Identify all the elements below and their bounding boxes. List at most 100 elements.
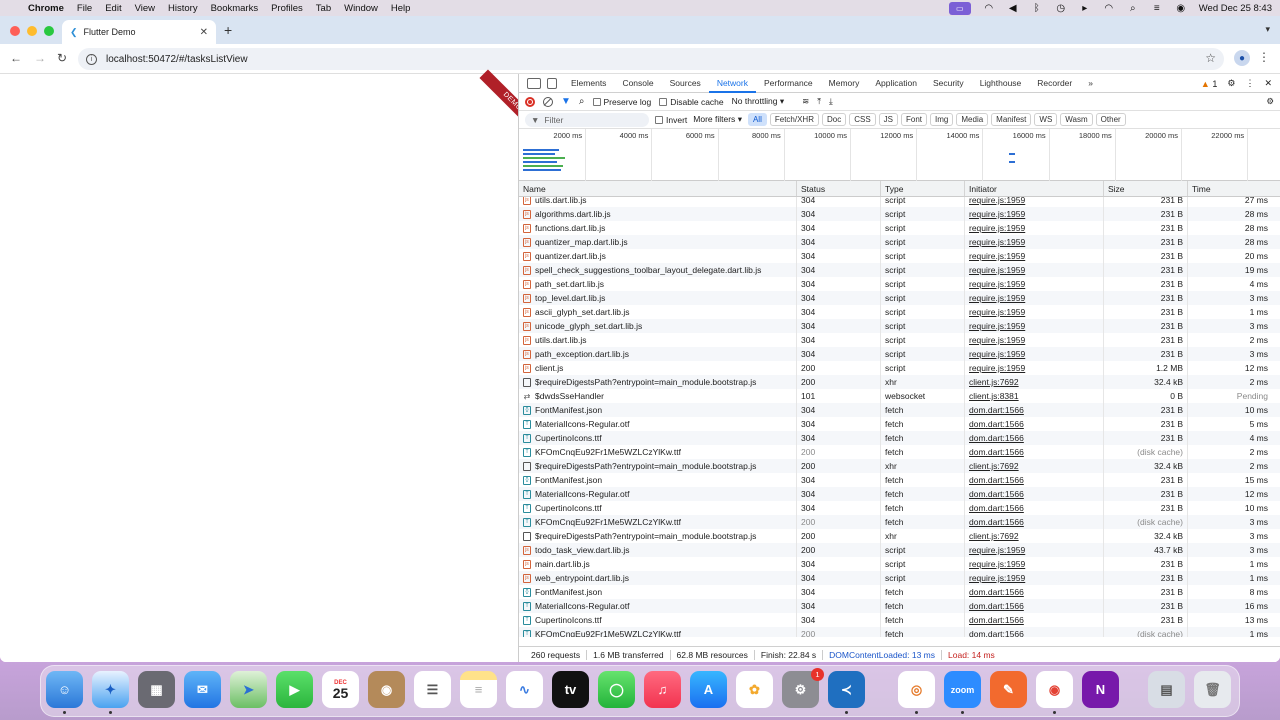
chrome-dock-icon[interactable]: ◉: [1036, 671, 1073, 708]
cell-initiator[interactable]: require.js:1959: [965, 291, 1104, 305]
initiator-text[interactable]: dom.dart:1566: [969, 517, 1024, 527]
table-row[interactable]: js path_set.dart.lib.js 304 script require.j…: [519, 277, 1280, 291]
zoom-window-button[interactable]: [44, 26, 54, 36]
initiator-text[interactable]: require.js:1959: [969, 279, 1025, 289]
settings-gear-icon[interactable]: ⚙: [1227, 78, 1235, 89]
apple-tv-icon[interactable]: tv: [552, 671, 589, 708]
messages-icon[interactable]: ◯: [598, 671, 635, 708]
table-row[interactable]: ⇄ $dwdsSseHandler 101 websocket client.js:83…: [519, 389, 1280, 403]
table-row[interactable]: T KFOmCnqEu92Fr1Me5WZLCzYlKw.ttf 200 fetch d…: [519, 515, 1280, 529]
table-row[interactable]: js unicode_glyph_set.dart.lib.js 304 script…: [519, 319, 1280, 333]
initiator-text[interactable]: require.js:1959: [969, 197, 1025, 205]
initiator-text[interactable]: require.js:1959: [969, 559, 1025, 569]
filter-input[interactable]: ▼ Filter: [525, 112, 649, 127]
cell-initiator[interactable]: dom.dart:1566: [965, 473, 1104, 487]
play-icon[interactable]: ▸: [1079, 3, 1091, 14]
menu-help[interactable]: Help: [391, 3, 411, 14]
maps-icon[interactable]: ➤: [230, 671, 267, 708]
table-row[interactable]: $requireDigestsPath?entrypoint=main_modu…: [519, 529, 1280, 543]
cell-initiator[interactable]: client.js:7692: [965, 459, 1104, 473]
menubar-clock[interactable]: Wed Dec 25 8:43: [1199, 3, 1272, 14]
cell-initiator[interactable]: require.js:1959: [965, 263, 1104, 277]
headphones-icon[interactable]: ◠: [983, 3, 995, 14]
column-type[interactable]: Type: [881, 181, 965, 196]
menu-profiles[interactable]: Profiles: [271, 3, 303, 14]
filter-chip-doc[interactable]: Doc: [821, 113, 847, 126]
table-row[interactable]: js utils.dart.lib.js 304 script require.js:1…: [519, 333, 1280, 347]
onenote-icon[interactable]: N: [1082, 671, 1119, 708]
tab-lighthouse[interactable]: Lighthouse: [972, 74, 1030, 93]
table-row[interactable]: T CupertinoIcons.ttf 304 fetch dom.dart:1566…: [519, 613, 1280, 627]
address-bar[interactable]: i localhost:50472/#/tasksListView: [78, 48, 1224, 70]
table-row[interactable]: js algorithms.dart.lib.js 304 script require…: [519, 207, 1280, 221]
reminders-icon[interactable]: ☰: [414, 671, 451, 708]
tab-elements[interactable]: Elements: [563, 74, 614, 93]
filter-chip-font[interactable]: Font: [901, 113, 928, 126]
export-har-icon[interactable]: ⤓: [829, 96, 833, 107]
preserve-log-box[interactable]: [592, 97, 601, 106]
notes-icon[interactable]: ≡: [460, 671, 497, 708]
zoom-icon[interactable]: zoom: [944, 671, 981, 708]
initiator-text[interactable]: dom.dart:1566: [969, 419, 1024, 429]
photos-icon[interactable]: ✿: [736, 671, 773, 708]
table-row[interactable]: js todo_task_view.dart.lib.js 200 script req…: [519, 543, 1280, 557]
tab-recorder[interactable]: Recorder: [1029, 74, 1080, 93]
bluetooth-icon[interactable]: ᛒ: [1031, 3, 1043, 14]
tab-security[interactable]: Security: [925, 74, 972, 93]
downloads-folder-icon[interactable]: ▤: [1148, 671, 1185, 708]
filter-chip-css[interactable]: CSS: [849, 113, 876, 126]
throttling-select[interactable]: No throttling ▾: [732, 96, 785, 107]
cell-initiator[interactable]: require.js:1959: [965, 361, 1104, 375]
network-conditions-icon[interactable]: ≋: [802, 96, 809, 107]
clear-icon[interactable]: [543, 96, 553, 107]
network-settings-gear-icon[interactable]: ⚙: [1266, 96, 1274, 107]
vscode-icon[interactable]: ≺: [828, 671, 865, 708]
initiator-text[interactable]: client.js:7692: [969, 461, 1019, 471]
initiator-text[interactable]: require.js:1959: [969, 349, 1025, 359]
volume-icon[interactable]: ◀: [1007, 3, 1019, 14]
table-row[interactable]: js functions.dart.lib.js 304 script require.…: [519, 221, 1280, 235]
cell-initiator[interactable]: dom.dart:1566: [965, 403, 1104, 417]
column-name[interactable]: Name: [519, 181, 797, 196]
tab-search-chevron-icon[interactable]: ▾: [1265, 24, 1270, 35]
cell-initiator[interactable]: client.js:8381: [965, 389, 1104, 403]
facetime-icon[interactable]: ▶: [276, 671, 313, 708]
minimize-window-button[interactable]: [27, 26, 37, 36]
initiator-text[interactable]: require.js:1959: [969, 251, 1025, 261]
filter-chip-ws[interactable]: WS: [1034, 113, 1058, 126]
filter-chip-manifest[interactable]: Manifest: [991, 113, 1032, 126]
cell-initiator[interactable]: client.js:7692: [965, 529, 1104, 543]
screen-share-icon[interactable]: ▭: [948, 1, 971, 15]
menu-view[interactable]: View: [135, 3, 155, 14]
mail-icon[interactable]: ✉: [184, 671, 221, 708]
wifi-icon[interactable]: ◠: [1103, 3, 1115, 14]
table-row[interactable]: js web_entrypoint.dart.lib.js 304 script req…: [519, 571, 1280, 585]
cell-initiator[interactable]: dom.dart:1566: [965, 599, 1104, 613]
filter-chip-wasm[interactable]: Wasm: [1060, 113, 1093, 126]
cell-initiator[interactable]: require.js:1959: [965, 333, 1104, 347]
initiator-text[interactable]: require.js:1959: [969, 545, 1025, 555]
more-filters-dropdown[interactable]: More filters ▾: [693, 114, 742, 125]
table-row[interactable]: T CupertinoIcons.ttf 304 fetch dom.dart:1566…: [519, 431, 1280, 445]
table-row[interactable]: T KFOmCnqEu92Fr1Me5WZLCzYlKw.ttf 200 fetch d…: [519, 445, 1280, 459]
back-button[interactable]: ←: [10, 51, 22, 65]
postman-icon[interactable]: ✎: [990, 671, 1027, 708]
cell-initiator[interactable]: dom.dart:1566: [965, 445, 1104, 459]
siri-icon[interactable]: ◉: [1175, 3, 1187, 14]
initiator-text[interactable]: require.js:1959: [969, 307, 1025, 317]
new-tab-button[interactable]: +: [224, 22, 232, 38]
initiator-text[interactable]: dom.dart:1566: [969, 433, 1024, 443]
filter-chip-media[interactable]: Media: [956, 113, 989, 126]
table-row[interactable]: T KFOmCnqEu92Fr1Me5WZLCzYlKw.ttf 200 fetch d…: [519, 627, 1280, 637]
tab-memory[interactable]: Memory: [821, 74, 868, 93]
bookmark-star-icon[interactable]: ☆: [1205, 51, 1216, 65]
menu-history[interactable]: History: [168, 3, 198, 14]
cell-initiator[interactable]: require.js:1959: [965, 197, 1104, 207]
cell-initiator[interactable]: dom.dart:1566: [965, 501, 1104, 515]
issues-counter[interactable]: ▲ 1: [1201, 79, 1217, 89]
app-store-icon[interactable]: A: [690, 671, 727, 708]
tab-performance[interactable]: Performance: [756, 74, 821, 93]
initiator-text[interactable]: require.js:1959: [969, 237, 1025, 247]
cell-initiator[interactable]: dom.dart:1566: [965, 417, 1104, 431]
initiator-text[interactable]: dom.dart:1566: [969, 475, 1024, 485]
